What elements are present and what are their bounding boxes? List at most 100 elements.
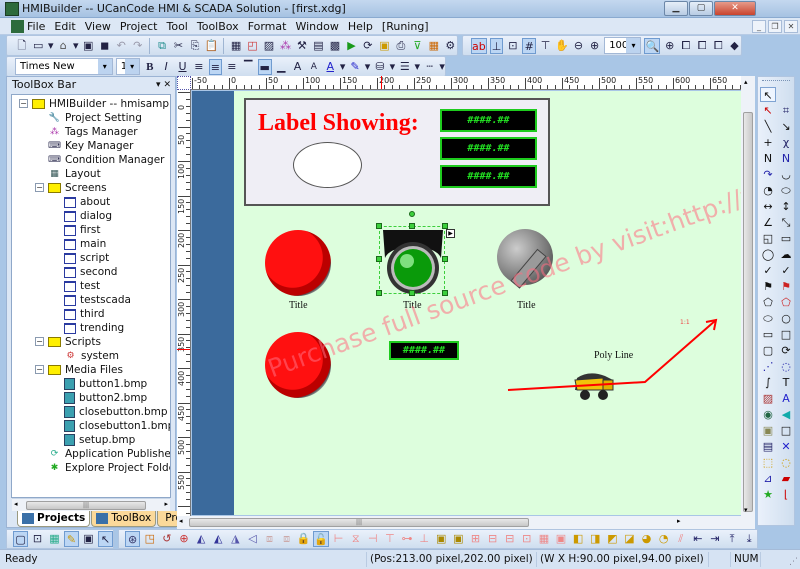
pencil-icon[interactable]: ✎ [63,531,79,547]
text-icon[interactable]: T [778,375,794,390]
arc-icon[interactable]: ↷ [760,167,776,182]
color-grid-icon[interactable]: ▦ [427,38,440,54]
ungroup-icon[interactable]: ◳ [142,531,157,547]
ruler-icon[interactable]: ab [471,37,487,54]
freehand-closed-icon[interactable]: ⟳ [778,343,794,358]
globe-icon[interactable]: ◉ [760,407,776,422]
mdi-minimize-button[interactable]: _ [752,20,766,33]
line-icon[interactable]: ╲ [760,119,776,134]
flip-v-icon[interactable]: ◭ [211,531,226,547]
bring-forward-icon[interactable]: ◩ [605,531,620,547]
new-window-icon[interactable]: ◰ [246,38,259,54]
center-v-icon[interactable]: ▦ [536,531,551,547]
polyline-dashed-icon[interactable]: Ν [778,151,794,166]
image-editor-icon[interactable]: ▩ [328,38,341,54]
zoom-selection-icon[interactable]: ⊕ [663,38,676,54]
resize-handle[interactable] [409,290,415,296]
underline-button[interactable]: U [176,59,189,75]
chevron-down-icon[interactable]: ▾ [125,59,140,74]
union-icon[interactable]: ◕ [639,531,654,547]
font-grow-icon[interactable]: A [291,59,304,75]
collapse-toggle[interactable]: − [19,99,28,108]
settings-icon[interactable]: ⚙ [444,38,457,54]
tree-item[interactable]: 🔧 Project Setting [48,111,142,125]
menu-tool[interactable]: Tool [166,20,187,33]
space-h-icon[interactable]: ⊟ [485,531,500,547]
page-height-icon[interactable]: ⧠ [696,38,709,54]
tree-item-screen[interactable]: test [64,279,100,293]
menu-edit[interactable]: Edit [54,20,75,33]
bold-button[interactable]: B [143,59,156,75]
red-push-button-1[interactable] [265,230,331,296]
close-button[interactable]: ✕ [714,1,756,16]
canvas-horizontal-scrollbar[interactable]: ◂ ||| ▸ [177,516,755,529]
flip-icon[interactable]: ⊕ [176,531,191,547]
rect-selection-icon[interactable]: ⬚ [760,455,776,470]
tree-item-screen[interactable]: main [64,237,106,251]
align-top-icon[interactable]: ▔ [242,59,255,75]
center-icon[interactable]: ▣ [553,531,568,547]
align-middle-icon[interactable]: ▬ [257,58,272,75]
maximize-button[interactable]: ▢ [689,1,713,16]
resize-grip-icon[interactable]: ⋰ [789,557,798,567]
move-up-icon[interactable]: ⤒ [725,531,740,547]
shape-lib-icon[interactable]: ⊿ [760,471,776,486]
mdi-close-button[interactable]: ✕ [784,20,798,33]
tree-item[interactable]: ⌨ Key Manager [48,139,133,153]
digital-display-2[interactable]: ####.## [440,137,537,160]
tag-icon[interactable]: ⬠ [760,295,776,310]
same-size-icon[interactable]: ⊞ [468,531,483,547]
hand-icon[interactable]: ✋ [555,38,569,54]
point-edit-icon[interactable]: ↖ [760,103,776,118]
tree-item-screen[interactable]: dialog [64,209,112,223]
mirror-icon[interactable]: ◮ [228,531,243,547]
move-down-icon[interactable]: ⤓ [742,531,757,547]
tree-item-media[interactable]: closebutton1.bmp [64,419,170,433]
scroll-thumb[interactable]: ||| [26,501,146,510]
undo-icon[interactable]: ↶ [114,38,127,54]
triangle-icon[interactable]: ◀ [778,407,794,422]
flag-red-icon[interactable]: ⚑ [778,279,794,294]
angle-icon[interactable]: ∠ [760,215,776,230]
dump-truck-image[interactable] [573,370,615,402]
publish-icon[interactable]: ▣ [378,38,391,54]
redo-icon[interactable]: ↷ [131,38,144,54]
dropdown-icon[interactable]: ▾ [439,59,445,75]
cloud-icon[interactable]: ☁ [778,247,794,262]
resize-handle[interactable] [409,223,415,229]
smart-tag-icon[interactable]: ▶ [446,229,455,238]
screen-properties-icon[interactable]: ▦ [229,38,242,54]
tree-item-screen[interactable]: first [64,223,101,237]
run-icon[interactable]: ▶ [345,38,358,54]
cut-icon[interactable]: ✂ [172,38,185,54]
scroll-thumb[interactable] [743,112,753,512]
dimension-h-icon[interactable]: ↔ [760,199,776,214]
move-left-icon[interactable]: ⇤ [690,531,705,547]
transform-icon[interactable]: ⫽ [673,531,688,547]
line-style-icon[interactable]: ┄ [423,59,436,75]
menu-runing[interactable]: [Runing] [382,20,429,33]
collapse-toggle[interactable]: − [35,183,44,192]
font-shrink-icon[interactable]: A [307,59,320,75]
pin-icon[interactable]: ▾ [156,80,161,90]
freehand-icon[interactable]: ∫ [760,375,776,390]
menu-format[interactable]: Format [248,20,287,33]
run-debug-icon[interactable]: ⟳ [361,38,374,54]
tree-item-explore-project-folder[interactable]: ✱ Explore Project Folder [48,461,170,475]
star-icon[interactable]: ★ [760,487,776,502]
delete-icon[interactable]: ✕ [778,439,794,454]
to-back-icon[interactable]: ◨ [588,531,603,547]
panel-close-icon[interactable]: ✕ [163,80,171,90]
font-size-combo[interactable]: 12 ▾ [115,58,141,75]
image-icon[interactable]: ▨ [262,38,275,54]
font-color-icon[interactable]: A [324,59,337,75]
print-icon[interactable]: ⎙ [394,38,407,54]
align-top-icon[interactable]: ⊤ [382,531,397,547]
polygon-icon[interactable]: ⬭ [778,183,794,198]
dimension-v-icon[interactable]: ↕ [778,199,794,214]
new-screen-icon[interactable]: ▭ [31,38,44,54]
callout-bubble-icon[interactable]: ▭ [778,231,794,246]
unlock-icon[interactable]: 🔓 [313,531,330,547]
fit-icon[interactable]: ⊡ [30,531,45,547]
tree-item-screen[interactable]: second [64,265,117,279]
